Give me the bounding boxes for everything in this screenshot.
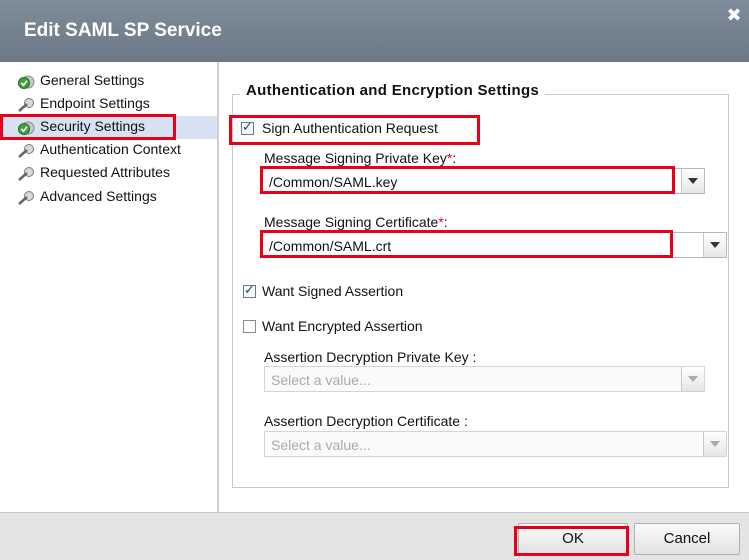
dialog-titlebar: Edit SAML SP Service ✖ xyxy=(0,0,749,62)
highlight-ok-button xyxy=(514,526,629,556)
signing-key-label: Message Signing Private Key*: xyxy=(264,150,457,166)
nav-item-endpoint-settings[interactable]: Endpoint Settings xyxy=(0,93,217,116)
decrypt-key-label: Assertion Decryption Private Key : xyxy=(264,349,477,365)
gear-tool-icon xyxy=(18,191,34,205)
want-encrypted-checkbox[interactable] xyxy=(243,320,256,333)
decrypt-cert-placeholder: Select a value... xyxy=(271,437,371,453)
decrypt-key-select[interactable]: Select a value... xyxy=(264,366,705,392)
decrypt-cert-select[interactable]: Select a value... xyxy=(264,431,727,457)
dialog-title: Edit SAML SP Service xyxy=(24,20,222,41)
gear-tool-icon xyxy=(18,98,34,112)
highlight-security-settings xyxy=(0,114,176,140)
nav-item-label: Advanced Settings xyxy=(40,188,157,204)
nav-item-label: Requested Attributes xyxy=(40,164,170,180)
chevron-down-icon[interactable] xyxy=(703,432,726,456)
chevron-down-icon[interactable] xyxy=(703,233,726,257)
green-check-icon xyxy=(18,75,35,89)
cancel-button[interactable]: Cancel xyxy=(634,523,740,555)
highlight-sign-request xyxy=(229,115,480,145)
highlight-signing-key xyxy=(260,166,675,194)
nav-item-label: Authentication Context xyxy=(40,141,181,157)
section-legend: Authentication and Encryption Settings xyxy=(240,82,546,99)
decrypt-key-placeholder: Select a value... xyxy=(271,372,371,388)
close-icon[interactable]: ✖ xyxy=(725,6,743,24)
want-signed-label: Want Signed Assertion xyxy=(262,283,404,299)
want-encrypted-label: Want Encrypted Assertion xyxy=(262,318,423,334)
gear-tool-icon xyxy=(18,144,34,158)
chevron-down-icon[interactable] xyxy=(681,169,704,193)
nav-item-label: Endpoint Settings xyxy=(40,95,150,111)
chevron-down-icon[interactable] xyxy=(681,367,704,391)
want-signed-checkbox[interactable] xyxy=(243,282,256,298)
nav-item-requested-attributes[interactable]: Requested Attributes xyxy=(0,162,217,185)
nav-item-advanced-settings[interactable]: Advanced Settings xyxy=(0,186,217,209)
decrypt-cert-label: Assertion Decryption Certificate : xyxy=(264,413,468,429)
nav-item-label: General Settings xyxy=(40,72,145,88)
highlight-signing-cert xyxy=(260,230,673,258)
nav-item-general-settings[interactable]: General Settings xyxy=(0,70,217,93)
nav-item-authentication-context[interactable]: Authentication Context xyxy=(0,139,217,162)
signing-cert-label: Message Signing Certificate*: xyxy=(264,214,448,230)
gear-tool-icon xyxy=(18,167,34,181)
